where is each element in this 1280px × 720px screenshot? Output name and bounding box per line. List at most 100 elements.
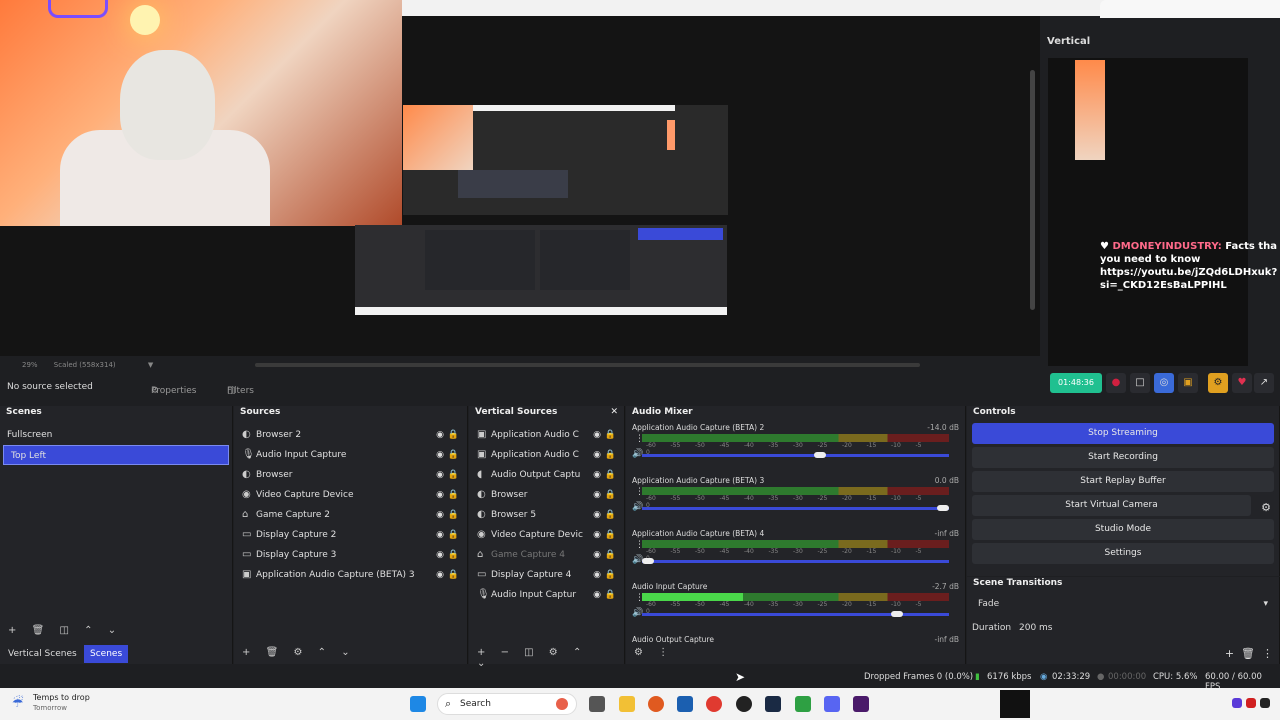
trash-icon[interactable]: 🗑 [266, 647, 279, 658]
source-item[interactable]: ▭ Display Capture 2 ◉ 🔒 [234, 525, 467, 545]
stop-streaming-button[interactable]: Stop Streaming [972, 423, 1274, 444]
lock-icon[interactable]: 🔒 [605, 545, 616, 565]
eye-icon[interactable]: ◉ [593, 465, 601, 485]
lock-icon[interactable]: 🔒 [448, 525, 459, 545]
lock-icon[interactable]: 🔒 [605, 525, 616, 545]
lock-icon[interactable]: 🔒 [605, 565, 616, 585]
chevron-up-icon[interactable]: ⌃ [573, 647, 581, 658]
eye-icon[interactable]: ◉ [593, 525, 601, 545]
source-item[interactable]: ⌂ Game Capture 4 ◉ 🔒 [469, 545, 624, 565]
start-virtual-camera-button[interactable]: Start Virtual Camera [972, 495, 1251, 516]
mixer-settings-icon[interactable]: ⚙ [634, 647, 643, 658]
source-item[interactable]: ▭ Display Capture 3 ◉ 🔒 [234, 545, 467, 565]
more-menu-icon[interactable]: ⋮ [658, 647, 668, 658]
duration-input[interactable]: 200 ms [1019, 623, 1053, 633]
source-item[interactable]: ⌂ Game Capture 2 ◉ 🔒 [234, 505, 467, 525]
eye-icon[interactable]: ◉ [436, 485, 444, 505]
add-icon[interactable]: + [477, 647, 485, 658]
tab-vertical-scenes[interactable]: Vertical Scenes [2, 645, 83, 663]
trash-icon[interactable]: 🗑 [32, 625, 45, 636]
scene-item-top-left[interactable]: Top Left [3, 445, 229, 465]
lock-icon[interactable]: 🔒 [605, 505, 616, 525]
search-box[interactable]: ⌕ Search [437, 693, 577, 715]
lock-icon[interactable]: 🔒 [448, 545, 459, 565]
eye-icon[interactable]: ◉ [593, 445, 601, 465]
source-item[interactable]: ◖ Audio Output Captu ◉ 🔒 [469, 465, 624, 485]
eye-icon[interactable]: ◉ [593, 485, 601, 505]
eye-icon[interactable]: ◉ [593, 505, 601, 525]
gear-icon[interactable]: ⚙ [549, 647, 558, 658]
lock-icon[interactable]: 🔒 [605, 425, 616, 445]
volume-slider[interactable] [642, 452, 949, 458]
eye-icon[interactable]: ◉ [436, 505, 444, 525]
slider-knob[interactable] [890, 611, 903, 617]
source-item[interactable]: ▭ Display Capture 4 ◉ 🔒 [469, 565, 624, 585]
volume-slider[interactable] [642, 558, 949, 564]
lock-icon[interactable]: 🔒 [448, 445, 459, 465]
preview-scrollbar-vertical[interactable] [1030, 70, 1035, 310]
lock-icon[interactable]: 🔒 [605, 445, 616, 465]
replay-icon[interactable]: ◎ [1154, 373, 1174, 393]
studio-mode-button[interactable]: Studio Mode [972, 519, 1274, 540]
source-item[interactable]: ▣ Application Audio C ◉ 🔒 [469, 445, 624, 465]
eye-icon[interactable]: ◉ [436, 465, 444, 485]
task-view-icon[interactable] [589, 696, 605, 712]
source-item[interactable]: ◉ Video Capture Devic ◉ 🔒 [469, 525, 624, 545]
start-replay-buffer-button[interactable]: Start Replay Buffer [972, 471, 1274, 492]
start-recording-button[interactable]: Start Recording [972, 447, 1274, 468]
tray-icon-3[interactable] [1260, 698, 1270, 708]
add-icon[interactable]: + [8, 625, 16, 636]
eye-icon[interactable]: ◉ [593, 425, 601, 445]
gear-icon[interactable]: ⚙ [1208, 373, 1228, 393]
share-icon[interactable]: ↗ [1254, 373, 1274, 393]
stop-icon[interactable]: □ [1130, 373, 1150, 393]
eye-icon[interactable]: ◉ [593, 585, 601, 605]
lock-icon[interactable]: 🔒 [448, 505, 459, 525]
tiktok-icon[interactable] [1000, 690, 1030, 718]
file-explorer-icon[interactable] [619, 696, 635, 712]
source-item[interactable]: 🎙 Audio Input Capture ◉ 🔒 [234, 445, 467, 465]
chevron-down-icon[interactable]: ⌄ [108, 625, 116, 636]
eye-icon[interactable]: ◉ [436, 445, 444, 465]
chevron-up-icon[interactable]: ⌃ [318, 647, 326, 658]
zoom-dropdown-icon[interactable]: ▼ [148, 361, 153, 369]
tab-scenes[interactable]: Scenes [84, 645, 129, 663]
settings-button[interactable]: Settings [972, 543, 1274, 564]
grid-app-icon[interactable] [824, 696, 840, 712]
tray-icon-1[interactable] [1232, 698, 1242, 708]
store-icon[interactable] [677, 696, 693, 712]
slider-knob[interactable] [814, 452, 827, 458]
source-item[interactable]: ▣ Application Audio C ◉ 🔒 [469, 425, 624, 445]
weather-title[interactable]: Temps to drop [33, 693, 90, 702]
chrome-icon[interactable] [706, 696, 722, 712]
eye-icon[interactable]: ◉ [436, 425, 444, 445]
source-item[interactable]: ◐ Browser ◉ 🔒 [234, 465, 467, 485]
close-icon[interactable]: ✕ [610, 407, 618, 417]
slider-knob[interactable] [642, 558, 654, 564]
lock-icon[interactable]: 🔒 [448, 485, 459, 505]
filter-icon[interactable]: ◫ [59, 625, 68, 636]
slider-knob[interactable] [937, 505, 949, 511]
gear-icon[interactable]: ⚙ [293, 647, 302, 658]
steam-icon[interactable] [765, 696, 781, 712]
eye-icon[interactable]: ◉ [593, 565, 601, 585]
source-item[interactable]: ▣ Application Audio Capture (BETA) 3 ◉ 🔒 [234, 565, 467, 585]
more-menu-icon[interactable]: ⋮ [1262, 647, 1273, 660]
lock-icon[interactable]: 🔒 [448, 425, 459, 445]
heart-button-icon[interactable]: ♥ [1232, 373, 1252, 393]
minus-icon[interactable]: − [501, 647, 509, 658]
transition-select[interactable]: Fade ▾ [972, 595, 1274, 615]
vertical-stream-timer[interactable]: 01:48:36 [1050, 373, 1102, 393]
trash-icon[interactable]: 🗑 [1241, 647, 1255, 660]
nzxt-icon[interactable] [853, 696, 869, 712]
lock-icon[interactable]: 🔒 [605, 465, 616, 485]
lock-icon[interactable]: 🔒 [448, 565, 459, 585]
source-item[interactable]: ◉ Video Capture Device ◉ 🔒 [234, 485, 467, 505]
source-item[interactable]: 🎙 Audio Input Captur ◉ 🔒 [469, 585, 624, 605]
source-item[interactable]: ◐ Browser 2 ◉ 🔒 [234, 425, 467, 445]
lock-icon[interactable]: 🔒 [605, 485, 616, 505]
source-item[interactable]: ◐ Browser 5 ◉ 🔒 [469, 505, 624, 525]
lock-icon[interactable]: 🔒 [605, 585, 616, 605]
xbox-icon[interactable] [795, 696, 811, 712]
obs-icon[interactable] [736, 696, 752, 712]
